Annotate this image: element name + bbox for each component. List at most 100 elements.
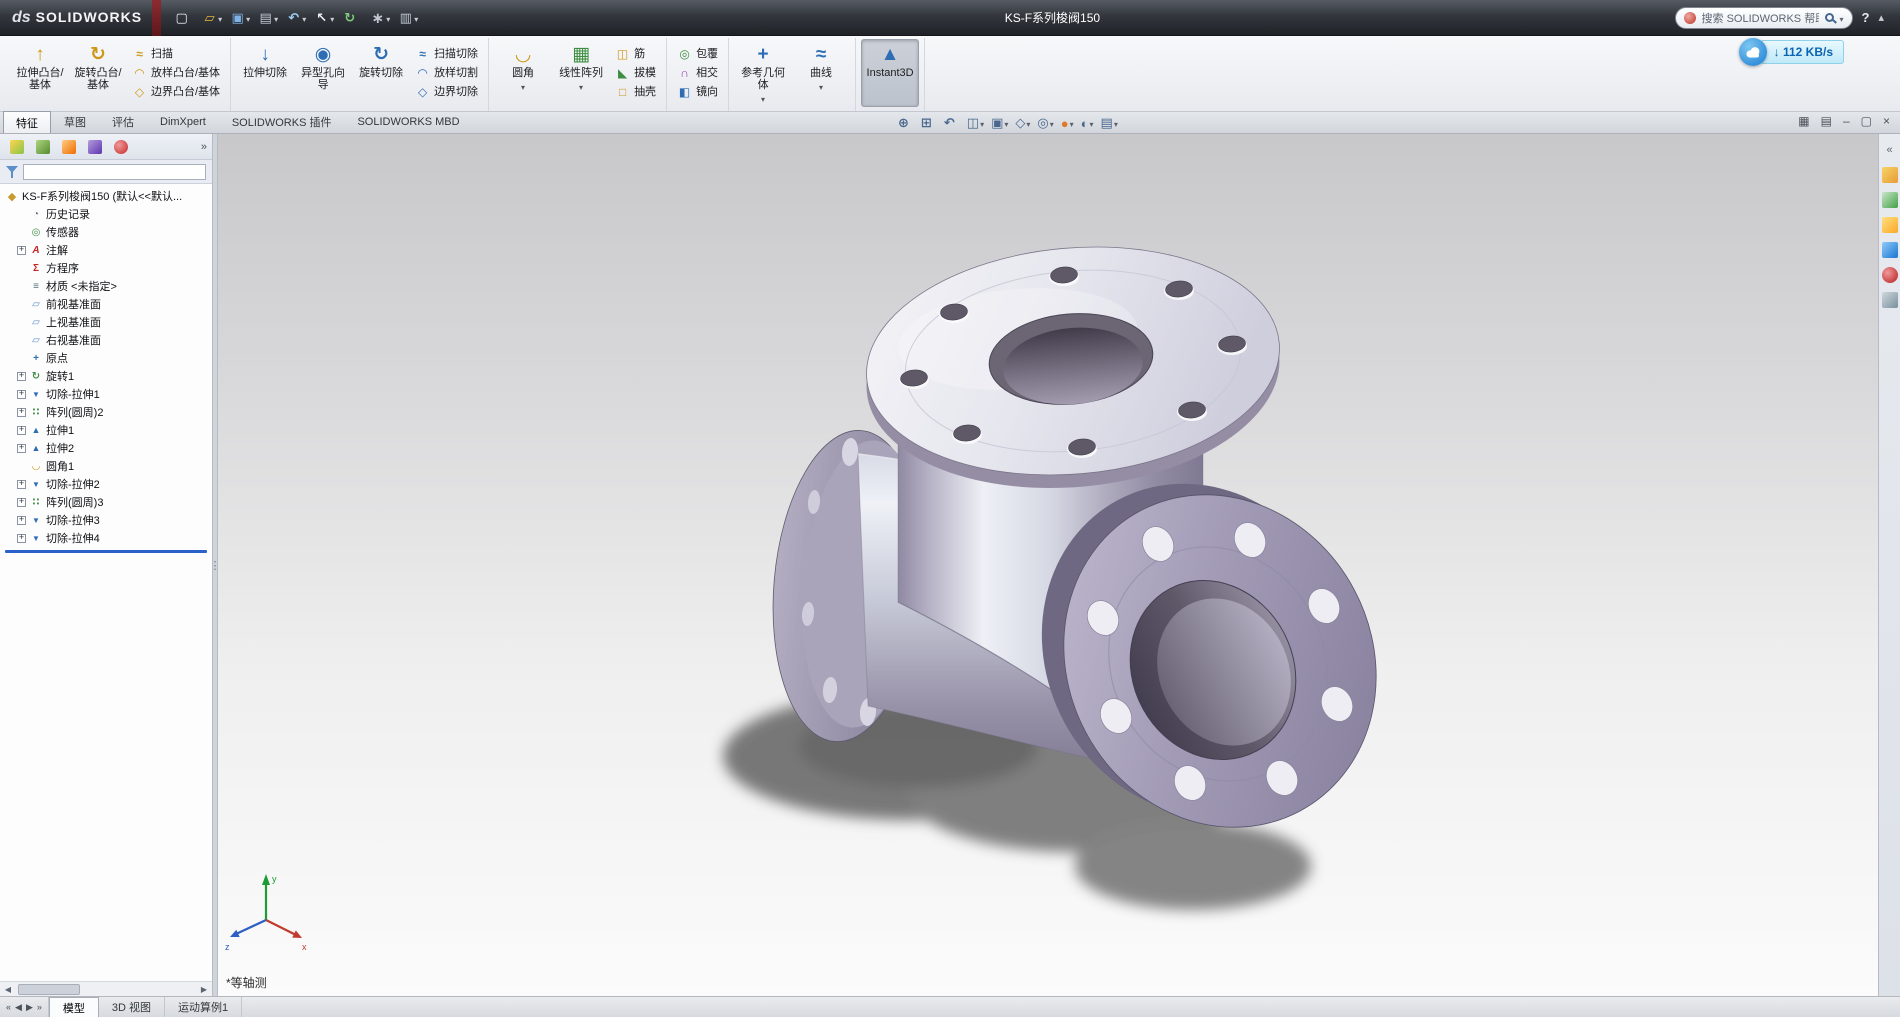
revolve-cut-button[interactable]: ↻ 旋转切除 [352,39,410,107]
quick-access-button[interactable]: ∗ [367,7,392,28]
pane-layout-icon[interactable]: ▦ [1798,114,1809,128]
graphics-viewport[interactable]: y x z *等轴测 [218,134,1878,996]
tree-item[interactable]: ↻ 旋转1 [3,367,212,385]
expand-icon[interactable] [17,372,26,381]
expand-icon[interactable] [17,480,26,489]
view-palette-icon[interactable] [1882,242,1898,258]
panel-tab[interactable] [83,137,106,157]
tree-item[interactable]: ◔ 历史记录 [3,205,212,223]
curves-button[interactable]: ≈ 曲线 [792,39,850,107]
search-caret-icon[interactable] [1840,11,1844,25]
heads-up-button[interactable]: ⊞ [921,115,937,131]
expand-icon[interactable] [17,516,26,525]
expand-icon[interactable] [17,534,26,543]
panel-tab[interactable] [5,137,28,157]
quick-access-button[interactable]: ↻ [339,7,364,28]
hole-wizard-button[interactable]: ◉ 异型孔向导 [294,39,352,107]
dropdown-caret-icon[interactable] [302,11,306,25]
dropdown-caret-icon[interactable] [1004,116,1008,130]
draft-button[interactable]: ◣ 拔模 [610,63,661,82]
panel-tab[interactable] [57,137,80,157]
scroll-next-icon[interactable]: ▶ [26,1002,33,1013]
dropdown-caret-icon[interactable] [1090,116,1094,130]
appearances-icon[interactable] [1882,267,1898,283]
wrap-button[interactable]: ◎ 包覆 [672,44,723,63]
panel-horizontal-scrollbar[interactable] [0,981,212,996]
loft-boss-button[interactable]: ◠ 放样凸台/基体 [127,63,225,82]
heads-up-button[interactable]: ◐ [1081,116,1094,131]
quick-access-button[interactable]: ▱ [199,7,224,28]
heads-up-button[interactable]: ◫ [967,115,984,131]
quick-access-button[interactable]: ▤ [255,7,280,28]
tree-item[interactable]: ∷ 阵列(圆周)2 [3,403,212,421]
panel-tab[interactable] [109,137,132,157]
heads-up-button[interactable]: ⊕ [898,115,914,131]
command-tab[interactable]: 特征 [3,111,51,133]
taskpane-collapse-icon[interactable]: « [1882,142,1898,158]
dropdown-caret-icon[interactable] [980,116,984,130]
dropdown-caret-icon[interactable] [1026,116,1030,130]
dropdown-caret-icon[interactable] [274,11,278,25]
model-3d-tee-fitting[interactable] [218,134,1878,996]
tree-item[interactable]: ≡ 材质 <未指定> [3,277,212,295]
tree-item[interactable]: ▲ 拉伸1 [3,421,212,439]
tree-filter-input[interactable] [23,164,206,180]
collapse-menu-icon[interactable]: ▴ [1878,11,1884,24]
linear-pattern-button[interactable]: ▦ 线性阵列 [552,39,610,107]
dropdown-caret-icon[interactable] [218,11,222,25]
shell-button[interactable]: □ 抽壳 [610,82,661,101]
dropdown-caret-icon[interactable] [386,11,390,25]
heads-up-button[interactable]: ◇ [1015,115,1030,131]
pane-split-icon[interactable]: ▤ [1821,114,1832,128]
resources-icon[interactable] [1882,167,1898,183]
instant3d-button[interactable]: ▲ Instant3D [861,39,919,107]
command-tab[interactable]: SOLIDWORKS 插件 [219,111,345,133]
tree-item[interactable]: ▲ 拉伸2 [3,439,212,457]
tree-item[interactable]: A 注解 [3,241,212,259]
file-explorer-icon[interactable] [1882,217,1898,233]
quick-access-button[interactable]: ↖ [311,7,336,28]
close-window-icon[interactable]: × [1883,114,1890,128]
flyout-caret-icon[interactable] [819,79,823,93]
expand-icon[interactable] [17,444,26,453]
tree-item[interactable]: ▼ 切除-拉伸3 [3,511,212,529]
tree-item[interactable]: ▱ 前视基准面 [3,295,212,313]
minimize-window-icon[interactable]: – [1843,114,1850,128]
custom-properties-icon[interactable] [1882,292,1898,308]
quick-access-button[interactable]: ▣ [227,7,252,28]
expand-icon[interactable] [17,426,26,435]
quick-access-button[interactable]: ▢ [171,7,196,28]
scroll-right-icon[interactable] [196,985,212,994]
dropdown-caret-icon[interactable] [1114,116,1118,130]
search-icon[interactable] [1825,13,1834,22]
intersect-button[interactable]: ∩ 相交 [672,63,723,82]
extrude-cut-button[interactable]: ↓ 拉伸切除 [236,39,294,107]
tree-item[interactable]: + 原点 [3,349,212,367]
restore-window-icon[interactable]: ▢ [1861,114,1872,128]
help-icon[interactable]: ? [1862,10,1870,25]
sweep-cut-button[interactable]: ≈ 扫描切除 [410,44,483,63]
quick-access-button[interactable]: ▥ [395,7,420,28]
expand-icon[interactable] [17,498,26,507]
document-tab[interactable]: 模型 [49,997,99,1017]
command-tab[interactable]: SOLIDWORKS MBD [344,111,472,133]
quick-access-button[interactable]: ↶ [283,7,308,28]
extrude-boss-button[interactable]: ↑ 拉伸凸台/基体 [11,39,69,107]
filter-funnel-icon[interactable] [6,165,18,178]
scroll-left-icon[interactable] [0,985,16,994]
design-library-icon[interactable] [1882,192,1898,208]
scroll-prev-icon[interactable]: ◀ [15,1002,22,1013]
reference-geometry-button[interactable]: + 参考几何体 [734,39,792,107]
dropdown-caret-icon[interactable] [1050,116,1054,130]
flyout-caret-icon[interactable] [521,79,525,93]
scroll-first-icon[interactable]: « [6,1002,11,1012]
expand-icon[interactable] [17,408,26,417]
dropdown-caret-icon[interactable] [246,11,250,25]
rib-button[interactable]: ◫ 筋 [610,44,661,63]
scroll-last-icon[interactable]: » [37,1002,42,1012]
tree-item[interactable]: ▱ 上视基准面 [3,313,212,331]
tree-item[interactable]: ◎ 传感器 [3,223,212,241]
dropdown-caret-icon[interactable] [330,11,334,25]
heads-up-button[interactable]: ● [1061,116,1074,131]
tree-item[interactable]: ▼ 切除-拉伸2 [3,475,212,493]
